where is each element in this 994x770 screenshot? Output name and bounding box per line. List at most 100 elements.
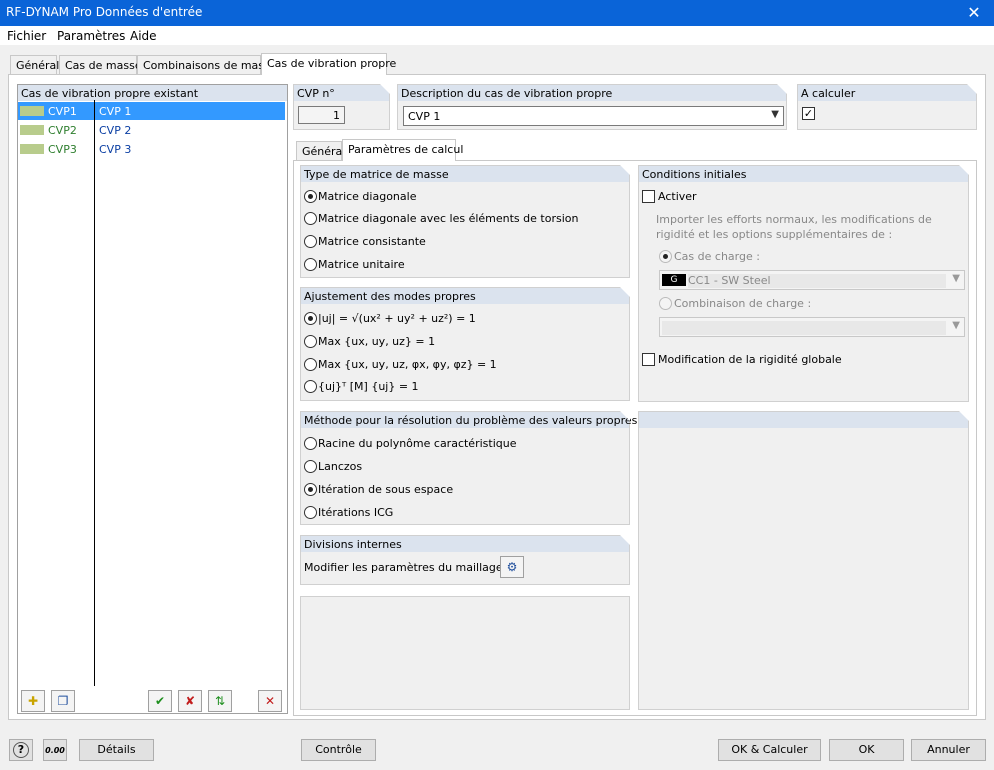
subtab-general[interactable]: Général: [296, 141, 345, 161]
checkmark-icon: ✓: [803, 107, 814, 120]
empty-panel-header: [639, 411, 969, 428]
tab-mass-cases[interactable]: Cas de masse: [59, 55, 142, 75]
radio-load-combination[interactable]: [659, 297, 672, 310]
list-divider: [94, 100, 95, 686]
existing-cases-list: Cas de vibration propre existant CVP1 CV…: [17, 84, 288, 714]
close-icon[interactable]: ✕: [954, 0, 994, 26]
internal-divisions-group: Divisions internes Modifier les paramètr…: [300, 535, 630, 585]
details-button[interactable]: Détails: [79, 739, 154, 761]
menu-parametres[interactable]: Paramètres: [57, 29, 125, 43]
units-icon: 0.00: [45, 746, 65, 755]
delete-icon: ✕: [264, 694, 276, 708]
chevron-down-icon[interactable]: ▼: [771, 109, 779, 120]
import-text: Importer les efforts normaux, les modifi…: [656, 213, 932, 241]
subtab-calculation-params[interactable]: Paramètres de calcul: [342, 139, 463, 161]
load-case-label: Cas de charge :: [674, 250, 760, 263]
tab-eigenvibration-cases[interactable]: Cas de vibration propre: [261, 53, 396, 75]
activate-label: Activer: [658, 190, 697, 203]
empty-panel-left: [300, 596, 630, 710]
ok-calculate-button[interactable]: OK & Calculer: [718, 739, 821, 761]
radio-label: Max {ux, uy, uz, φx, φy, φz} = 1: [318, 358, 497, 371]
delete-button[interactable]: ✕: [258, 690, 282, 712]
radio-diagonal-matrix[interactable]: [304, 190, 317, 203]
tab-mass-combinations[interactable]: Combinaisons de masse: [137, 55, 277, 75]
to-calculate-group: A calculer ✓: [797, 84, 977, 130]
radio-norm-unit-vector[interactable]: [304, 312, 317, 325]
new-case-icon: ✚: [27, 694, 39, 708]
radio-norm-max-all[interactable]: [304, 358, 317, 371]
radio-load-case[interactable]: [659, 250, 672, 263]
chevron-down-icon[interactable]: ▼: [952, 320, 960, 331]
window-title: RF-DYNAM Pro Données d'entrée: [6, 5, 203, 19]
initial-conditions-group: Conditions initiales Activer Importer le…: [638, 165, 969, 402]
description-label: Description du cas de vibration propre: [398, 84, 787, 101]
radio-label: {uj}ᵀ [M] {uj} = 1: [318, 380, 419, 393]
radio-label: Racine du polynôme caractéristique: [318, 437, 517, 450]
radio-norm-max-translation[interactable]: [304, 335, 317, 348]
color-swatch: [20, 106, 44, 116]
menu-aide[interactable]: Aide: [130, 29, 157, 43]
global-stiffness-checkbox[interactable]: [642, 353, 655, 366]
radio-label: Max {ux, uy, uz} = 1: [318, 335, 436, 348]
check-all-icon: ✔: [154, 694, 166, 708]
fe-mesh-label: Modifier les paramètres du maillage EF: [304, 561, 520, 574]
units-button[interactable]: 0.00: [43, 739, 67, 761]
renumber-icon: ⇅: [214, 694, 226, 708]
help-button[interactable]: ?: [9, 739, 33, 761]
load-case-combobox[interactable]: G CC1 - SW Steel ▼: [659, 270, 965, 290]
load-combination-combobox[interactable]: ▼: [659, 317, 965, 337]
radio-characteristic-polynomial[interactable]: [304, 437, 317, 450]
title-bar: RF-DYNAM Pro Données d'entrée ✕: [0, 0, 994, 26]
radio-label: Itérations ICG: [318, 506, 394, 519]
to-calculate-checkbox[interactable]: ✓: [802, 107, 815, 120]
mass-matrix-group: Type de matrice de masse Matrice diagona…: [300, 165, 630, 278]
fe-mesh-settings-button[interactable]: ⚙: [500, 556, 524, 578]
ok-button[interactable]: OK: [829, 739, 904, 761]
check-all-button[interactable]: ✔: [148, 690, 172, 712]
radio-label: Itération de sous espace: [318, 483, 454, 496]
description-combobox[interactable]: CVP 1 ▼: [403, 106, 784, 126]
load-case-badge: G: [662, 274, 686, 286]
case-name: CVP 3: [99, 143, 132, 156]
mode-normalization-title: Ajustement des modes propres: [301, 287, 630, 304]
case-code: CVP2: [48, 124, 77, 137]
menu-fichier[interactable]: Fichier: [7, 29, 46, 43]
help-icon: ?: [13, 742, 29, 758]
radio-subspace-iteration[interactable]: [304, 483, 317, 496]
case-name: CVP 2: [99, 124, 132, 137]
solver-method-group: Méthode pour la résolution du problème d…: [300, 411, 637, 525]
color-swatch: [20, 125, 44, 135]
description-value: CVP 1: [408, 110, 441, 123]
radio-lanczos[interactable]: [304, 460, 317, 473]
mass-matrix-title: Type de matrice de masse: [301, 165, 630, 182]
list-item[interactable]: CVP2 CVP 2: [18, 121, 285, 139]
cvp-number-label: CVP n°: [294, 84, 390, 101]
uncheck-all-button[interactable]: ✘: [178, 690, 202, 712]
radio-unit-matrix[interactable]: [304, 258, 317, 271]
renumber-button[interactable]: ⇅: [208, 690, 232, 712]
chevron-down-icon[interactable]: ▼: [952, 273, 960, 284]
radio-label: Matrice unitaire: [318, 258, 405, 271]
radio-diagonal-torsion-matrix[interactable]: [304, 212, 317, 225]
copy-case-icon: ❐: [57, 694, 69, 708]
case-name: CVP 1: [99, 105, 132, 118]
radio-label: Matrice diagonale: [318, 190, 417, 203]
activate-checkbox[interactable]: [642, 190, 655, 203]
radio-icg-iterations[interactable]: [304, 506, 317, 519]
list-item[interactable]: CVP1 CVP 1: [18, 102, 285, 120]
uncheck-all-icon: ✘: [184, 694, 196, 708]
list-item[interactable]: CVP3 CVP 3: [18, 140, 285, 158]
load-combination-value: [662, 321, 946, 335]
tab-general[interactable]: Général: [10, 55, 59, 75]
new-case-button[interactable]: ✚: [21, 690, 45, 712]
radio-label: Matrice diagonale avec les éléments de t…: [318, 212, 579, 225]
radio-norm-mass-matrix[interactable]: [304, 380, 317, 393]
to-calculate-label: A calculer: [798, 84, 977, 101]
radio-label: Matrice consistante: [318, 235, 426, 248]
radio-consistent-matrix[interactable]: [304, 235, 317, 248]
check-button[interactable]: Contrôle: [301, 739, 376, 761]
initial-conditions-title: Conditions initiales: [639, 165, 969, 182]
cancel-button[interactable]: Annuler: [911, 739, 986, 761]
list-header: Cas de vibration propre existant: [18, 85, 287, 101]
copy-case-button[interactable]: ❐: [51, 690, 75, 712]
